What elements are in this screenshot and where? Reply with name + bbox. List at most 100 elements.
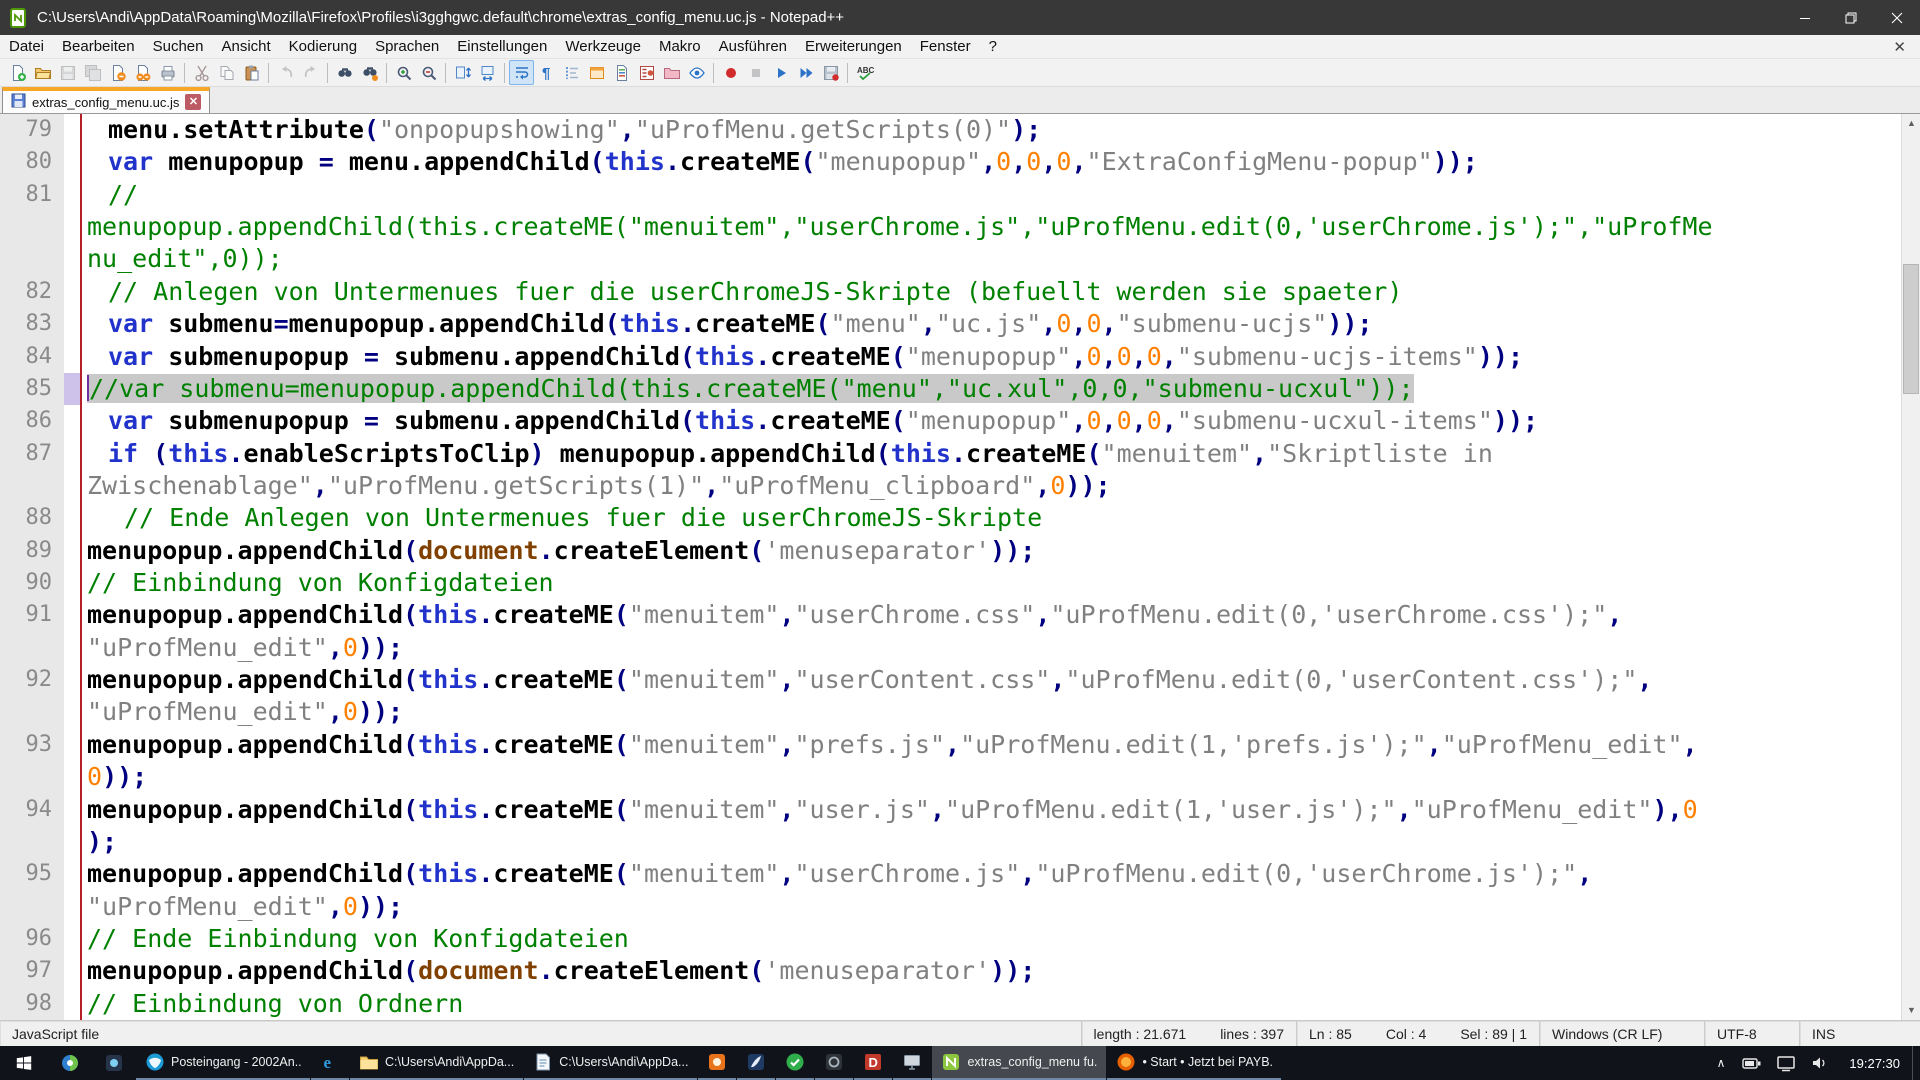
code-text[interactable]: //	[80, 179, 1901, 211]
menu-item-bearbeiten[interactable]: Bearbeiten	[53, 35, 144, 59]
monitoring-icon[interactable]	[684, 60, 709, 85]
pinned-colorful-icon[interactable]	[48, 1046, 92, 1080]
bookmark-margin[interactable]	[64, 955, 80, 987]
save-macro-icon[interactable]	[818, 60, 843, 85]
menu-item-makro[interactable]: Makro	[650, 35, 710, 59]
tab-extras-config-menu[interactable]: extras_config_menu.uc.js ✕	[2, 87, 210, 113]
code-text[interactable]: menupopup.appendChild(document.createEle…	[80, 535, 1901, 567]
bookmark-margin[interactable]	[64, 567, 80, 599]
save-all-icon[interactable]	[80, 60, 105, 85]
bookmark-margin[interactable]	[64, 923, 80, 955]
line-number[interactable]: 98	[0, 988, 64, 1020]
open-file-icon[interactable]	[30, 60, 55, 85]
taskbar-clock[interactable]: 19:27:30	[1837, 1056, 1912, 1071]
doc-map-icon[interactable]	[609, 60, 634, 85]
spell-check-icon[interactable]: ABC	[852, 60, 877, 85]
bookmark-margin[interactable]	[64, 502, 80, 534]
code-text[interactable]: 0));	[80, 761, 1901, 793]
code-text[interactable]: menu.setAttribute("onpopupshowing","uPro…	[80, 114, 1901, 146]
taskbar-button-thunderbird[interactable]: Posteingang - 2002An...	[136, 1046, 310, 1080]
code-text[interactable]: "uProfMenu_edit",0));	[80, 891, 1901, 923]
menu-item-kodierung[interactable]: Kodierung	[280, 35, 366, 59]
record-macro-icon[interactable]	[718, 60, 743, 85]
code-text[interactable]: var submenu=menupopup.appendChild(this.c…	[80, 308, 1901, 340]
battery-icon[interactable]	[1735, 1053, 1769, 1073]
taskbar-button-npp[interactable]: extras_config_menu fu...	[932, 1046, 1106, 1080]
user-dialog-icon[interactable]	[584, 60, 609, 85]
line-number[interactable]: 96	[0, 923, 64, 955]
line-number[interactable]: 91	[0, 599, 64, 631]
menu-item-sprachen[interactable]: Sprachen	[366, 35, 448, 59]
bookmark-margin[interactable]	[64, 308, 80, 340]
line-number[interactable]	[0, 243, 64, 275]
close-button[interactable]	[1874, 0, 1920, 35]
replace-icon[interactable]	[357, 60, 382, 85]
menu-item-ausfhren[interactable]: Ausführen	[710, 35, 796, 59]
find-icon[interactable]	[332, 60, 357, 85]
code-text[interactable]: "uProfMenu_edit",0));	[80, 632, 1901, 664]
tab-close-icon[interactable]: ✕	[185, 94, 201, 110]
taskbar-button-edge[interactable]: e	[311, 1046, 349, 1080]
code-text[interactable]: "uProfMenu_edit",0));	[80, 696, 1901, 728]
taskbar-button-doc[interactable]: C:\Users\Andi\AppDa...	[524, 1046, 697, 1080]
code-text[interactable]: menupopup.appendChild(this.createME("men…	[80, 599, 1901, 631]
copy-icon[interactable]	[214, 60, 239, 85]
bookmark-margin[interactable]	[64, 729, 80, 761]
menu-item-fenster[interactable]: Fenster	[911, 35, 980, 59]
menu-item-[interactable]: ?	[980, 35, 1006, 59]
bookmark-margin[interactable]	[64, 373, 80, 405]
sync-scroll-v-icon[interactable]	[450, 60, 475, 85]
zoom-in-icon[interactable]	[391, 60, 416, 85]
line-number[interactable]	[0, 211, 64, 243]
pinned-dark-icon[interactable]	[92, 1046, 136, 1080]
taskbar-button-grey-app[interactable]	[893, 1046, 931, 1080]
bookmark-margin[interactable]	[64, 276, 80, 308]
line-number[interactable]: 92	[0, 664, 64, 696]
menu-item-suchen[interactable]: Suchen	[144, 35, 213, 59]
line-number[interactable]: 97	[0, 955, 64, 987]
bookmark-margin[interactable]	[64, 243, 80, 275]
line-number[interactable]: 89	[0, 535, 64, 567]
redo-icon[interactable]	[298, 60, 323, 85]
code-text[interactable]: );	[80, 826, 1901, 858]
line-number[interactable]: 82	[0, 276, 64, 308]
taskbar-button-quill-app[interactable]	[737, 1046, 775, 1080]
code-text[interactable]: menupopup.appendChild(this.createME("men…	[80, 211, 1901, 243]
run-macro-multi-icon[interactable]	[793, 60, 818, 85]
line-number[interactable]: 85	[0, 373, 64, 405]
close-file-icon[interactable]	[105, 60, 130, 85]
show-all-characters-icon[interactable]: ¶	[534, 60, 559, 85]
code-text[interactable]: // Ende Einbindung von Konfigdateien	[80, 923, 1901, 955]
line-number[interactable]	[0, 632, 64, 664]
bookmark-margin[interactable]	[64, 858, 80, 890]
menu-item-erweiterungen[interactable]: Erweiterungen	[796, 35, 911, 59]
menu-item-datei[interactable]: Datei	[0, 35, 53, 59]
line-number[interactable]	[0, 696, 64, 728]
play-macro-icon[interactable]	[768, 60, 793, 85]
stop-macro-icon[interactable]	[743, 60, 768, 85]
status-encoding[interactable]: UTF-8	[1705, 1021, 1800, 1046]
bookmark-margin[interactable]	[64, 794, 80, 826]
folder-workspace-icon[interactable]	[659, 60, 684, 85]
menu-item-einstellungen[interactable]: Einstellungen	[448, 35, 556, 59]
line-number[interactable]: 87	[0, 438, 64, 470]
bookmark-margin[interactable]	[64, 211, 80, 243]
bookmark-margin[interactable]	[64, 696, 80, 728]
line-number[interactable]: 84	[0, 341, 64, 373]
print-icon[interactable]	[155, 60, 180, 85]
minimize-button[interactable]	[1782, 0, 1828, 35]
code-text[interactable]: Zwischenablage","uProfMenu.getScripts(1)…	[80, 470, 1901, 502]
bookmark-margin[interactable]	[64, 535, 80, 567]
line-number[interactable]: 88	[0, 502, 64, 534]
scrollbar-thumb[interactable]	[1903, 264, 1919, 394]
sync-scroll-h-icon[interactable]	[475, 60, 500, 85]
word-wrap-icon[interactable]	[509, 60, 534, 85]
bookmark-margin[interactable]	[64, 405, 80, 437]
code-text[interactable]: menupopup.appendChild(this.createME("men…	[80, 858, 1901, 890]
undo-icon[interactable]	[273, 60, 298, 85]
line-number[interactable]: 83	[0, 308, 64, 340]
bookmark-margin[interactable]	[64, 341, 80, 373]
bookmark-margin[interactable]	[64, 438, 80, 470]
bookmark-margin[interactable]	[64, 891, 80, 923]
line-number[interactable]	[0, 470, 64, 502]
